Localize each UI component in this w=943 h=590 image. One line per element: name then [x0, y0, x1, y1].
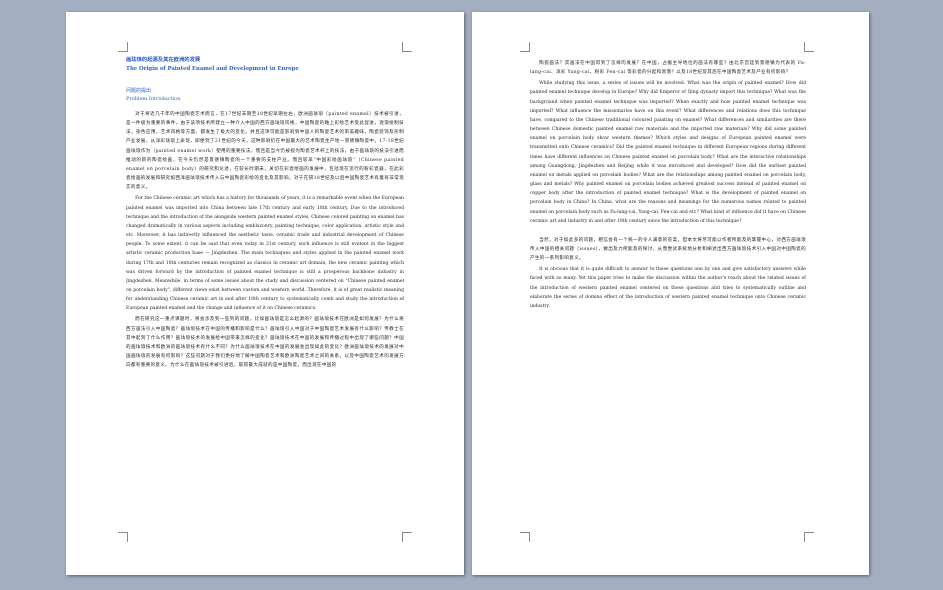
margin-corner-mark — [804, 42, 814, 52]
document-page-1: 画珐琅的起源及其在欧洲的发展 The Origin of Painted Ena… — [66, 12, 464, 575]
paragraph-chinese-2: 而在研究这一重点课题时，将会涉及到一些列的问题，比如画珐琅是怎么起源的？画珐琅技… — [126, 317, 404, 369]
page-2-text-area[interactable]: 陶瓷画法？其画法在中国得到了怎样的发展？在中国，占据主导地位的画法有哪些？由北京… — [530, 59, 806, 541]
title-chinese: 画珐琅的起源及其在欧洲的发展 — [126, 57, 201, 63]
paragraph-english-1: For the Chinese ceramic art which has a … — [126, 196, 404, 312]
paragraph-chinese-3: 陶瓷画法？其画法在中国得到了怎样的发展？在中国，占据主导地位的画法有哪些？由北京… — [530, 61, 806, 76]
paragraph-english-3: It is obvious that it is quite difficult… — [530, 267, 806, 309]
margin-corner-mark — [118, 42, 128, 52]
page-1-text-area[interactable]: 画珐琅的起源及其在欧洲的发展 The Origin of Painted Ena… — [126, 56, 404, 541]
margin-corner-mark — [520, 532, 530, 542]
section-heading: 问题的提出 Problem Introduction — [126, 88, 404, 103]
paragraph-chinese-4: 当然，对于如此多的问题，相信会有一个统一的令人满意的答案，但本文将尽可能以作者所… — [530, 237, 806, 262]
document-page-2: 陶瓷画法？其画法在中国得到了怎样的发展？在中国，占据主导地位的画法有哪些？由北京… — [472, 12, 869, 575]
title-english: The Origin of Painted Enamel and Develop… — [126, 66, 299, 72]
margin-corner-mark — [402, 42, 412, 52]
paragraph-english-2: While studying this issue, a series of i… — [530, 81, 806, 224]
section-heading-chinese: 问题的提出 — [126, 88, 152, 94]
section-heading-english: Problem Introduction — [126, 95, 181, 102]
paragraph-chinese-1: 对于将近几千年的中国陶瓷艺术而言，在17世纪末期至18世纪早期左右，欧洲画珐琅（… — [126, 112, 404, 191]
margin-corner-mark — [520, 42, 530, 52]
